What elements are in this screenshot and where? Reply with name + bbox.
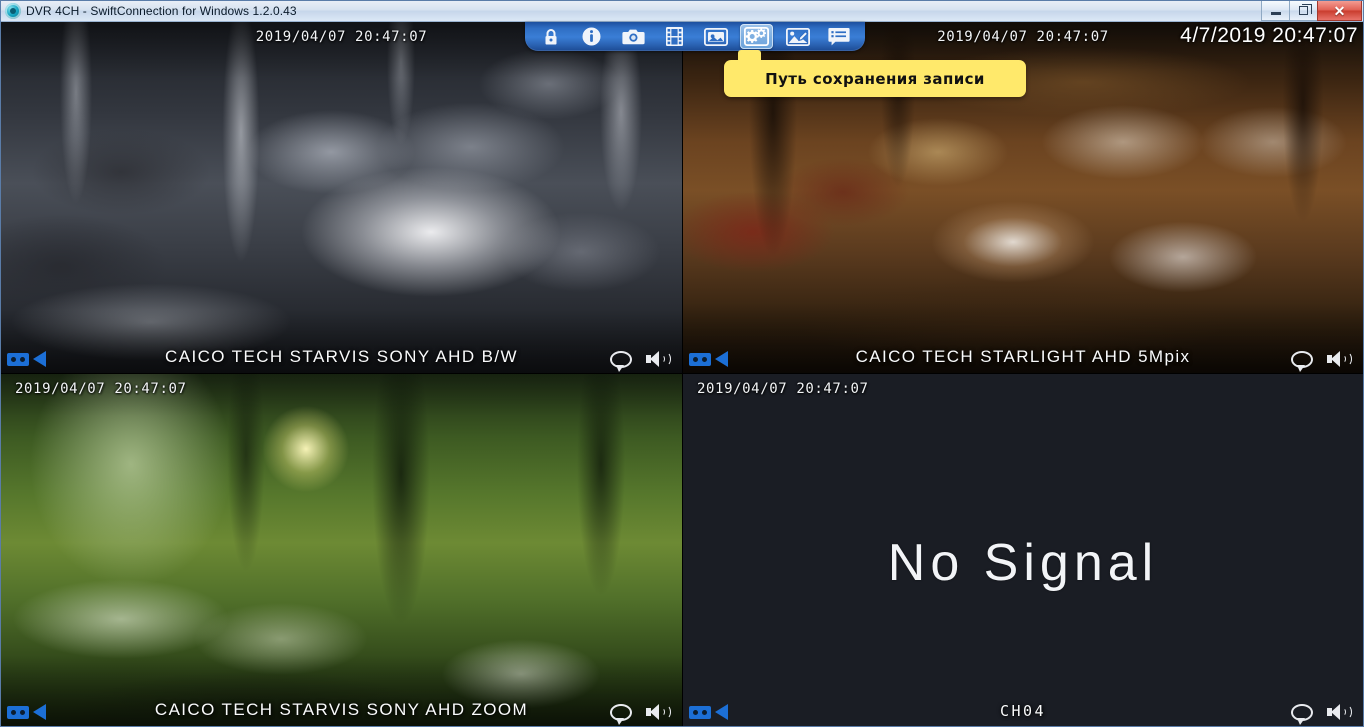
title-bar[interactable]: DVR 4CH - SwiftConnection for Windows 1.… [1, 1, 1363, 22]
gear-icon [744, 27, 770, 46]
tape-icon [689, 705, 711, 719]
tooltip-popup: Путь сохранения записи [724, 50, 1026, 97]
video-pane-ch04[interactable]: 2019/04/07 20:47:07 No Signal CH04 [683, 374, 1363, 726]
audio-controls-ch03 [610, 703, 672, 725]
settings-button[interactable] [740, 24, 774, 49]
list-icon [828, 28, 851, 46]
tooltip-text: Путь сохранения записи [765, 69, 985, 88]
image-edit-icon [786, 27, 811, 46]
system-clock: 4/7/2019 20:47:07 [1180, 24, 1358, 47]
record-button[interactable] [658, 24, 691, 49]
floating-toolbar [525, 22, 865, 51]
video-pane-ch01[interactable]: 2019/04/07 20:47:07 CAICO TECH STARVIS S… [1, 22, 682, 373]
restore-icon [1299, 4, 1312, 15]
window-title: DVR 4CH - SwiftConnection for Windows 1.… [26, 3, 297, 18]
camera-label-ch01: CAICO TECH STARVIS SONY AHD B/W [165, 347, 518, 366]
close-icon: ✕ [1333, 2, 1346, 19]
play-left-icon [715, 351, 728, 367]
audio-controls-ch02 [1291, 350, 1353, 372]
timestamp-ch04: 2019/04/07 20:47:07 [697, 381, 869, 397]
window-controls: ✕ [1261, 1, 1363, 22]
display-button[interactable] [699, 24, 732, 49]
speech-bubble-icon[interactable] [610, 350, 632, 372]
image-edit-button[interactable] [782, 24, 815, 49]
video-pane-ch03[interactable]: 2019/04/07 20:47:07 CAICO TECH STARVIS S… [1, 374, 682, 726]
camera-label-ch03: CAICO TECH STARVIS SONY AHD ZOOM [154, 700, 529, 719]
tape-icon [689, 352, 711, 366]
list-button[interactable] [823, 24, 856, 49]
audio-controls-ch04 [1291, 703, 1353, 725]
speaker-icon[interactable] [1327, 350, 1353, 368]
video-grid: 2019/04/07 20:47:07 CAICO TECH STARVIS S… [1, 22, 1363, 726]
speaker-icon[interactable] [646, 350, 672, 368]
timestamp-ch03: 2019/04/07 20:47:07 [15, 381, 187, 397]
record-indicators-ch01 [7, 351, 46, 367]
snapshot-button[interactable] [617, 24, 650, 49]
video-feed-ch01 [1, 22, 682, 373]
record-indicators-ch02 [689, 351, 728, 367]
speech-bubble-icon[interactable] [1291, 350, 1313, 372]
camera-label-ch02: CAICO TECH STARLIGHT AHD 5Mpix [855, 347, 1191, 366]
no-signal-message: No Signal [887, 534, 1159, 592]
app-logo-icon [5, 3, 21, 19]
lock-icon [545, 28, 556, 44]
speech-bubble-icon[interactable] [610, 703, 632, 725]
audio-controls-ch01 [610, 350, 672, 372]
minimize-icon [1270, 12, 1281, 15]
play-left-icon [715, 704, 728, 720]
display-icon [703, 27, 728, 46]
speech-bubble-icon[interactable] [1291, 703, 1313, 725]
video-feed-ch03 [1, 374, 682, 726]
record-indicators-ch03 [7, 704, 46, 720]
play-left-icon [33, 351, 46, 367]
camera-icon [621, 29, 645, 45]
play-left-icon [33, 704, 46, 720]
tape-icon [7, 705, 29, 719]
record-indicators-ch04 [689, 704, 728, 720]
film-icon [665, 27, 683, 46]
minimize-button[interactable] [1261, 1, 1290, 21]
restore-button[interactable] [1289, 1, 1318, 21]
tape-icon [7, 352, 29, 366]
lock-button[interactable] [534, 24, 567, 49]
speaker-icon[interactable] [1327, 703, 1353, 721]
camera-label-ch04: CH04 [999, 702, 1047, 720]
info-button[interactable] [575, 24, 608, 49]
info-icon [582, 27, 601, 46]
speaker-icon[interactable] [646, 703, 672, 721]
application-window: DVR 4CH - SwiftConnection for Windows 1.… [0, 0, 1364, 727]
close-button[interactable]: ✕ [1317, 1, 1362, 21]
